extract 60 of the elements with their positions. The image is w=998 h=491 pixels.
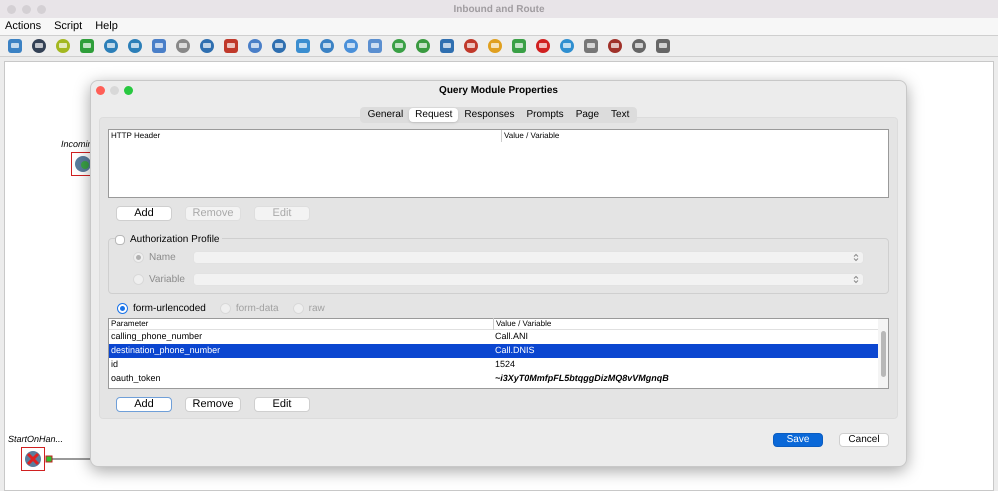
chevron-icon	[853, 275, 859, 284]
menu-item[interactable]: Actions	[5, 18, 42, 35]
column-header[interactable]: HTTP Header	[109, 130, 501, 142]
tab[interactable]: Request	[409, 108, 458, 122]
table-cell-text: ~i3XyT0MmfpFL5btqggDizMQ8vVMgnqB	[494, 372, 670, 386]
dialog-title: Query Module Properties	[439, 84, 558, 98]
radio-label: Name	[149, 251, 176, 265]
tool-icon[interactable]	[606, 37, 624, 55]
table-cell-text: oauth_token	[110, 372, 162, 386]
column-header[interactable]: Value / Variable	[501, 130, 888, 142]
table-cell-text: id	[110, 358, 120, 372]
table-cell-text: Call.DNIS	[494, 344, 536, 358]
dialog-button[interactable]: Remove	[185, 397, 241, 412]
table-cell-text: 1524	[494, 358, 516, 372]
table-row[interactable]: oauth_token ~i3XyT0MmfpFL5btqggDizMQ8vVMgnqB	[109, 372, 878, 386]
node-label: StartOnHan...	[8, 433, 64, 446]
dialog-button[interactable]: Add	[116, 397, 172, 412]
tool-icon[interactable]	[582, 37, 600, 55]
table-cell-text: Call.ANI	[494, 330, 530, 344]
chevron-icon	[853, 253, 859, 262]
table-cell-text: calling_phone_number	[110, 330, 204, 344]
cancel-button[interactable]: Cancel	[839, 433, 889, 447]
menu-item[interactable]: Help	[95, 18, 118, 35]
tab[interactable]: General	[362, 108, 410, 122]
tab[interactable]: Text	[605, 108, 636, 122]
tool-icon[interactable]	[102, 37, 120, 55]
tab[interactable]: Responses	[458, 108, 520, 122]
radio-label: Variable	[149, 273, 185, 287]
scrollbar[interactable]	[878, 319, 888, 388]
dialog-button[interactable]: Edit	[254, 397, 310, 412]
table-row[interactable]: destination_phone_number Call.DNIS	[109, 344, 878, 358]
select-field[interactable]	[193, 273, 864, 286]
table-cell-text: destination_phone_number	[110, 344, 222, 358]
node-label: Incomir	[61, 138, 91, 151]
tool-icon[interactable]	[630, 37, 648, 55]
menu-item[interactable]: Script	[54, 18, 82, 35]
table-row[interactable]: id 1524	[109, 358, 878, 372]
tab[interactable]: Page	[570, 108, 606, 122]
node-error-icon[interactable]	[21, 446, 45, 470]
radio-button[interactable]	[117, 302, 128, 314]
tool-icon[interactable]	[222, 37, 240, 55]
radio-label: raw	[308, 302, 325, 316]
tool-icon[interactable]	[534, 37, 552, 55]
dialog-button[interactable]: Add	[116, 206, 172, 221]
radio-label: form-data	[236, 302, 279, 316]
select-field[interactable]	[193, 251, 864, 264]
tool-icon[interactable]	[438, 37, 456, 55]
tool-icon[interactable]	[126, 37, 144, 55]
column-header[interactable]: Parameter	[109, 318, 493, 330]
radio-label: form-urlencoded	[133, 302, 206, 316]
window-title: Inbound and Route	[453, 2, 545, 16]
tool-icon[interactable]	[198, 37, 216, 55]
tool-icon[interactable]	[462, 37, 480, 55]
tab[interactable]: Prompts	[520, 108, 570, 122]
tool-icon[interactable]	[270, 37, 288, 55]
checkbox-label: Authorization Profile	[130, 233, 220, 247]
tool-icon[interactable]	[654, 37, 672, 55]
table-row[interactable]: calling_phone_number Call.ANI	[109, 330, 878, 344]
save-button[interactable]: Save	[773, 433, 823, 447]
tool-icon[interactable]	[30, 37, 48, 55]
